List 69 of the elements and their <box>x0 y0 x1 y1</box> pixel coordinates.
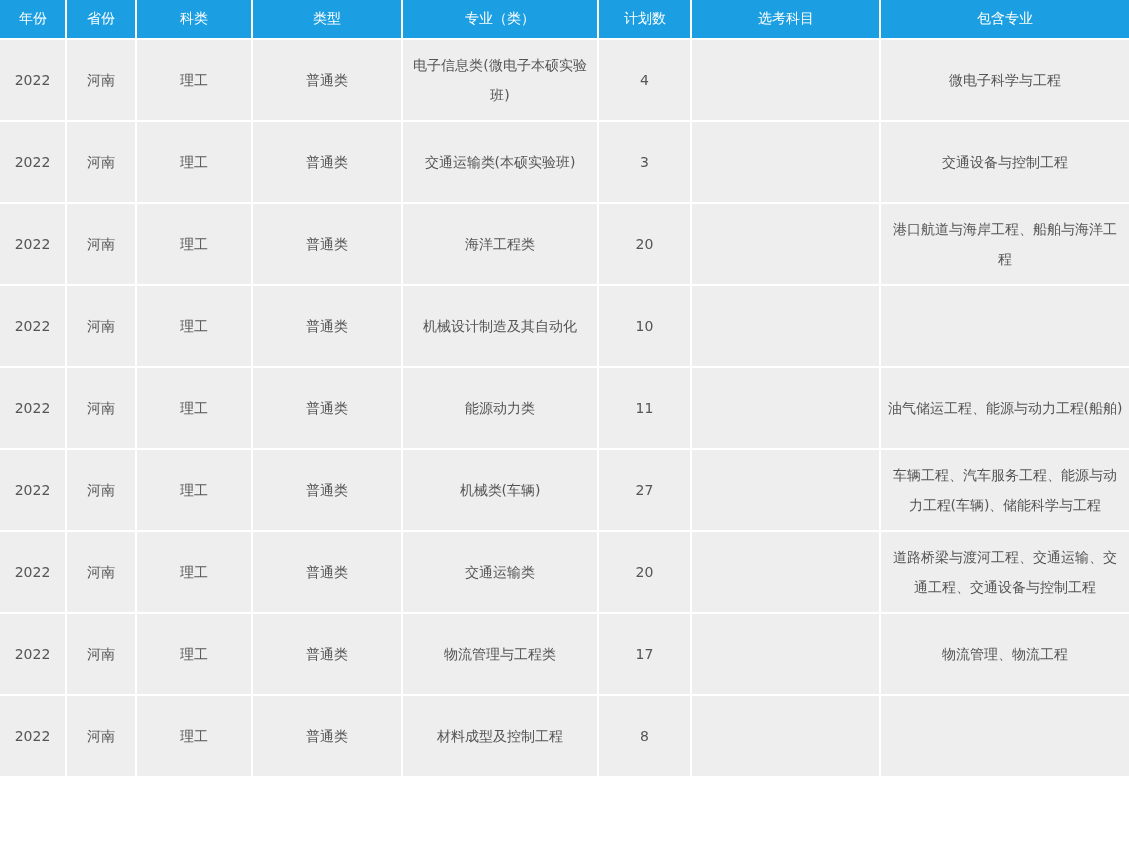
table-cell: 电子信息类(微电子本硕实验班) <box>403 40 597 120</box>
table-cell: 河南 <box>67 204 135 284</box>
table-cell: 理工 <box>137 286 251 366</box>
table-cell: 河南 <box>67 286 135 366</box>
table-cell: 材料成型及控制工程 <box>403 696 597 776</box>
table-cell: 11 <box>599 368 690 448</box>
table-cell: 道路桥梁与渡河工程、交通运输、交通工程、交通设备与控制工程 <box>881 532 1129 612</box>
table-cell: 理工 <box>137 696 251 776</box>
table-cell: 2022 <box>0 122 65 202</box>
table-cell: 2022 <box>0 40 65 120</box>
table-cell: 理工 <box>137 614 251 694</box>
table-cell: 交通设备与控制工程 <box>881 122 1129 202</box>
table-cell: 交通运输类 <box>403 532 597 612</box>
table-cell: 河南 <box>67 696 135 776</box>
table-cell: 普通类 <box>253 286 401 366</box>
table-cell: 理工 <box>137 40 251 120</box>
table-cell: 20 <box>599 204 690 284</box>
table-cell: 河南 <box>67 122 135 202</box>
column-header: 计划数 <box>599 0 690 38</box>
table-cell: 理工 <box>137 204 251 284</box>
table-cell: 普通类 <box>253 368 401 448</box>
table-cell: 27 <box>599 450 690 530</box>
table-cell: 2022 <box>0 450 65 530</box>
table-cell: 机械类(车辆) <box>403 450 597 530</box>
table-cell: 物流管理与工程类 <box>403 614 597 694</box>
table-cell: 理工 <box>137 368 251 448</box>
table-cell: 理工 <box>137 450 251 530</box>
column-header: 选考科目 <box>692 0 879 38</box>
column-header: 年份 <box>0 0 65 38</box>
table-cell: 2022 <box>0 286 65 366</box>
table-cell: 河南 <box>67 614 135 694</box>
table-cell: 3 <box>599 122 690 202</box>
table-cell: 2022 <box>0 614 65 694</box>
table-cell: 10 <box>599 286 690 366</box>
table-cell: 河南 <box>67 450 135 530</box>
table-cell: 理工 <box>137 532 251 612</box>
table-cell: 17 <box>599 614 690 694</box>
table-cell: 油气储运工程、能源与动力工程(船舶) <box>881 368 1129 448</box>
table-cell: 普通类 <box>253 450 401 530</box>
table-cell: 能源动力类 <box>403 368 597 448</box>
table-cell: 普通类 <box>253 122 401 202</box>
table-cell: 2022 <box>0 368 65 448</box>
table-cell: 河南 <box>67 40 135 120</box>
table-cell: 普通类 <box>253 696 401 776</box>
table-cell: 2022 <box>0 204 65 284</box>
table-cell: 河南 <box>67 368 135 448</box>
table-cell: 港口航道与海岸工程、船舶与海洋工程 <box>881 204 1129 284</box>
table-cell: 微电子科学与工程 <box>881 40 1129 120</box>
table-cell: 普通类 <box>253 532 401 612</box>
table-cell: 2022 <box>0 696 65 776</box>
table-cell: 2022 <box>0 532 65 612</box>
column-header: 科类 <box>137 0 251 38</box>
column-header: 专业（类） <box>403 0 597 38</box>
table-cell: 20 <box>599 532 690 612</box>
table-cell: 理工 <box>137 122 251 202</box>
column-header: 包含专业 <box>881 0 1129 38</box>
table-cell: 河南 <box>67 532 135 612</box>
table-cell: 物流管理、物流工程 <box>881 614 1129 694</box>
table-cell: 机械设计制造及其自动化 <box>403 286 597 366</box>
table-cell: 海洋工程类 <box>403 204 597 284</box>
table-cell: 普通类 <box>253 204 401 284</box>
table-cell: 4 <box>599 40 690 120</box>
column-header: 省份 <box>67 0 135 38</box>
table-cell: 车辆工程、汽车服务工程、能源与动力工程(车辆)、储能科学与工程 <box>881 450 1129 530</box>
table-cell: 交通运输类(本硕实验班) <box>403 122 597 202</box>
table-cell: 8 <box>599 696 690 776</box>
column-header: 类型 <box>253 0 401 38</box>
table-cell: 普通类 <box>253 614 401 694</box>
table-cell: 普通类 <box>253 40 401 120</box>
